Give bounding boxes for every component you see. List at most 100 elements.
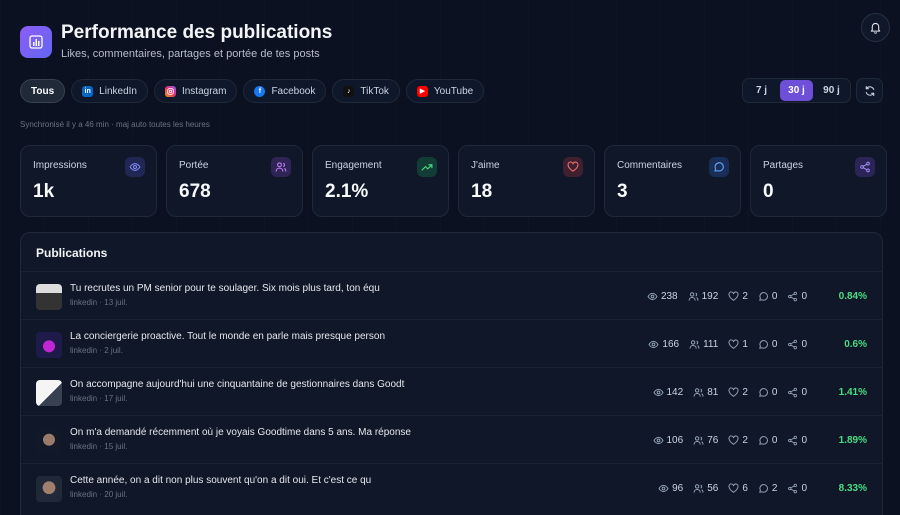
linkedin-icon: in — [82, 85, 94, 97]
heart-icon — [728, 339, 739, 350]
shares-metric: 0 — [787, 483, 807, 494]
likes-metric: 1 — [728, 339, 748, 350]
heart-icon — [728, 387, 739, 398]
share-icon — [855, 157, 875, 177]
eye-icon — [652, 387, 664, 398]
post-text: Cette année, on a dit non plus souvent q… — [70, 475, 372, 486]
post-meta: linkedin · 2 juil. — [70, 346, 123, 355]
publication-row[interactable]: Cette année, on a dit non plus souvent q… — [21, 463, 882, 511]
instagram-icon — [164, 85, 176, 97]
tiktok-icon: ♪ — [343, 85, 355, 97]
shares-metric: 0 — [787, 435, 807, 446]
reach-metric: 111 — [689, 339, 718, 350]
period-30-days[interactable]: 30 j — [780, 80, 813, 101]
period-90-days[interactable]: 90 j — [815, 80, 848, 101]
engagement-rate: 0.84% — [838, 290, 867, 302]
post-metrics: 106 76 2 0 0 1.89% — [643, 416, 867, 464]
stat-card-reach: Portée 678 — [166, 145, 303, 217]
stat-card-engagement: Engagement 2.1% — [312, 145, 449, 217]
publication-row[interactable]: La conciergerie proactive. Tout le monde… — [21, 319, 882, 367]
publication-row[interactable]: Tu recrutes un PM senior pour te soulage… — [21, 271, 882, 319]
reach-metric: 56 — [693, 483, 718, 494]
stat-card-comments: Commentaires 3 — [604, 145, 741, 217]
filter-all[interactable]: Tous — [20, 79, 66, 103]
views-metric: 142 — [652, 387, 683, 398]
share-icon — [787, 339, 798, 350]
likes-metric: 6 — [728, 483, 748, 494]
heart-icon — [728, 291, 739, 302]
post-thumbnail — [36, 332, 62, 358]
post-thumbnail — [36, 380, 62, 406]
post-metrics: 96 56 6 2 0 8.33% — [648, 464, 867, 512]
comment-icon — [709, 157, 729, 177]
comment-icon — [758, 435, 769, 446]
page-subtitle: Likes, commentaires, partages et portée … — [61, 48, 320, 60]
shares-metric: 0 — [787, 339, 807, 350]
likes-metric: 2 — [728, 291, 748, 302]
users-icon — [693, 483, 704, 494]
post-thumbnail — [36, 476, 62, 502]
post-metrics: 166 111 1 0 0 0.6% — [638, 320, 867, 368]
post-thumbnail — [36, 428, 62, 454]
comment-icon — [758, 387, 769, 398]
engagement-rate: 0.6% — [844, 338, 867, 350]
publication-row[interactable]: On m'a demandé récemment où je voyais Go… — [21, 415, 882, 463]
comment-icon — [758, 291, 769, 302]
period-selector: 7 j 30 j 90 j — [742, 78, 851, 103]
filter-instagram[interactable]: Instagram — [153, 79, 238, 103]
notifications-button[interactable] — [861, 13, 890, 42]
users-icon — [693, 435, 704, 446]
comments-metric: 0 — [758, 435, 777, 446]
reach-metric: 192 — [688, 291, 718, 302]
views-metric: 96 — [658, 483, 683, 494]
chart-logo-icon — [20, 26, 52, 58]
users-icon — [693, 387, 704, 398]
post-meta: linkedin · 17 juil. — [70, 394, 128, 403]
heart-icon — [728, 483, 739, 494]
stat-card-impressions: Impressions 1k — [20, 145, 157, 217]
eye-icon — [647, 291, 658, 302]
post-meta: linkedin · 20 juil. — [70, 490, 128, 499]
comment-icon — [758, 339, 769, 350]
post-text: Tu recrutes un PM senior pour te soulage… — [70, 283, 380, 294]
comments-metric: 0 — [758, 339, 777, 350]
youtube-icon: ▶ — [416, 85, 428, 97]
refresh-icon — [865, 85, 874, 96]
filter-linkedin[interactable]: in LinkedIn — [71, 79, 148, 103]
post-text: La conciergerie proactive. Tout le monde… — [70, 331, 385, 342]
views-metric: 238 — [647, 291, 678, 302]
engagement-rate: 8.33% — [838, 482, 867, 494]
filter-tiktok[interactable]: ♪ TikTok — [332, 79, 400, 103]
stat-card-shares: Partages 0 — [750, 145, 887, 217]
post-meta: linkedin · 13 juil. — [70, 298, 128, 307]
trend-up-icon — [417, 157, 437, 177]
share-icon — [787, 291, 798, 302]
engagement-rate: 1.41% — [838, 386, 867, 398]
users-icon — [688, 291, 699, 302]
sync-status: Synchronisé il y a 46 min · maj auto tou… — [20, 120, 210, 129]
stat-card-likes: J'aime 18 — [458, 145, 595, 217]
shares-metric: 0 — [787, 291, 807, 302]
heart-icon — [563, 157, 583, 177]
post-thumbnail — [36, 284, 62, 310]
filter-youtube[interactable]: ▶ YouTube — [405, 79, 485, 103]
platform-filters: Tous in LinkedIn Instagram f Facebook ♪ … — [20, 79, 485, 103]
post-text: On m'a demandé récemment où je voyais Go… — [70, 427, 411, 438]
heart-icon — [728, 435, 739, 446]
refresh-button[interactable] — [856, 78, 883, 103]
facebook-icon: f — [254, 85, 266, 97]
period-7-days[interactable]: 7 j — [745, 80, 778, 101]
bell-icon — [870, 22, 881, 34]
engagement-rate: 1.89% — [838, 434, 867, 446]
eye-icon — [658, 483, 669, 494]
users-icon — [271, 157, 291, 177]
filter-facebook[interactable]: f Facebook — [243, 79, 327, 103]
eye-icon — [652, 435, 664, 446]
publications-title: Publications — [36, 246, 108, 260]
stats-row: Impressions 1k Portée 678 Engagement 2.1… — [20, 145, 887, 217]
comment-icon — [758, 483, 769, 494]
shares-metric: 0 — [787, 387, 807, 398]
reach-metric: 81 — [693, 387, 718, 398]
views-metric: 166 — [648, 339, 679, 350]
publication-row[interactable]: On accompagne aujourd'hui une cinquantai… — [21, 367, 882, 415]
